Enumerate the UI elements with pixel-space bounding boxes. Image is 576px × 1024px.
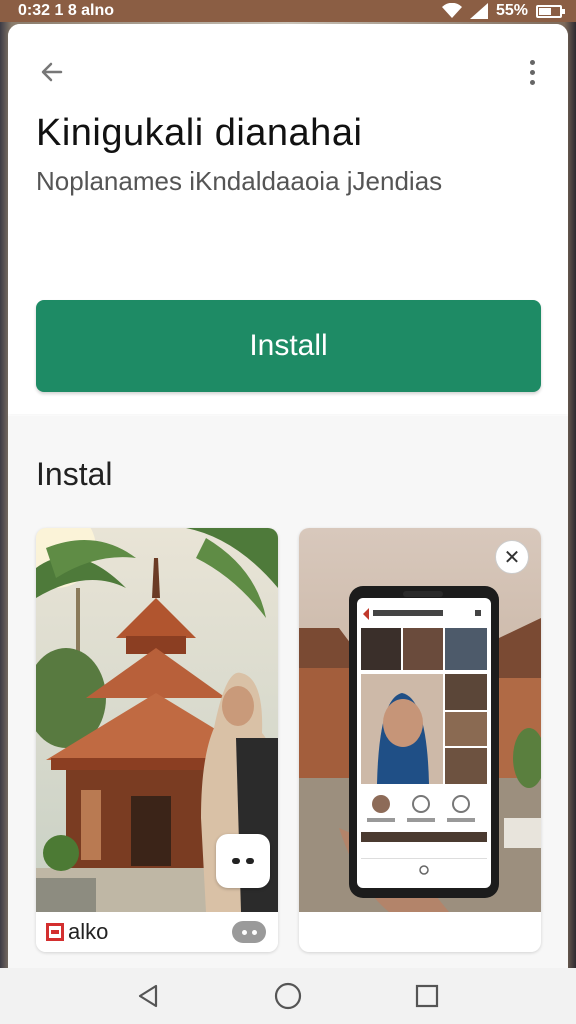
triangle-back-icon xyxy=(139,984,158,1008)
screenshot-card[interactable]: ✕ xyxy=(299,528,541,952)
back-arrow-icon[interactable] xyxy=(34,54,70,90)
app-subtitle: Noplanames iKndaldaaoia jJendias xyxy=(36,166,443,196)
section-heading: Instal xyxy=(36,456,113,492)
status-time: 0:32 1 8 alno xyxy=(18,2,115,19)
chat-bubble-icon[interactable] xyxy=(216,834,270,888)
more-vert-icon[interactable] xyxy=(518,54,546,90)
screenshot-card[interactable]: alko xyxy=(36,528,278,952)
menu-dot xyxy=(529,69,535,75)
card-footer-label: alko xyxy=(68,919,109,944)
app-detail-sheet: Kinigukali dianahai Noplanames iKndaldaa… xyxy=(8,24,568,968)
wifi-icon xyxy=(441,3,462,18)
pill-dot xyxy=(241,929,247,935)
back-arrow-glyph xyxy=(41,62,63,82)
status-bar: 0:32 1 8 alno 55% xyxy=(0,0,576,22)
app-header-section: Kinigukali dianahai Noplanames iKndaldaa… xyxy=(8,24,568,414)
nav-home-button[interactable] xyxy=(268,976,308,1016)
chat-dot xyxy=(232,858,240,864)
phone-mockup-photo xyxy=(299,528,541,912)
menu-dot xyxy=(529,59,535,65)
screenshots-section: Instal alko ✕ xyxy=(8,416,568,968)
brand-logo-icon xyxy=(46,923,64,941)
nav-recents-button[interactable] xyxy=(407,976,447,1016)
square-recents-icon xyxy=(415,984,438,1008)
battery-percent: 55% xyxy=(495,2,528,19)
app-title: Kinigukali dianahai xyxy=(36,112,363,154)
system-nav-bar xyxy=(0,968,576,1024)
circle-home-icon xyxy=(274,982,302,1010)
menu-dot xyxy=(529,79,535,85)
card-footer: alko xyxy=(36,912,278,952)
pill-dot xyxy=(251,929,257,935)
install-button[interactable]: Install xyxy=(36,300,541,392)
nav-back-button[interactable] xyxy=(129,976,169,1016)
more-pill-icon[interactable] xyxy=(232,921,266,943)
chat-dot xyxy=(246,858,254,864)
status-indicators: 55% xyxy=(441,2,565,20)
close-icon[interactable]: ✕ xyxy=(495,540,529,574)
signal-icon xyxy=(469,3,488,19)
card-brand: alko xyxy=(46,919,108,945)
battery-icon xyxy=(536,4,565,18)
